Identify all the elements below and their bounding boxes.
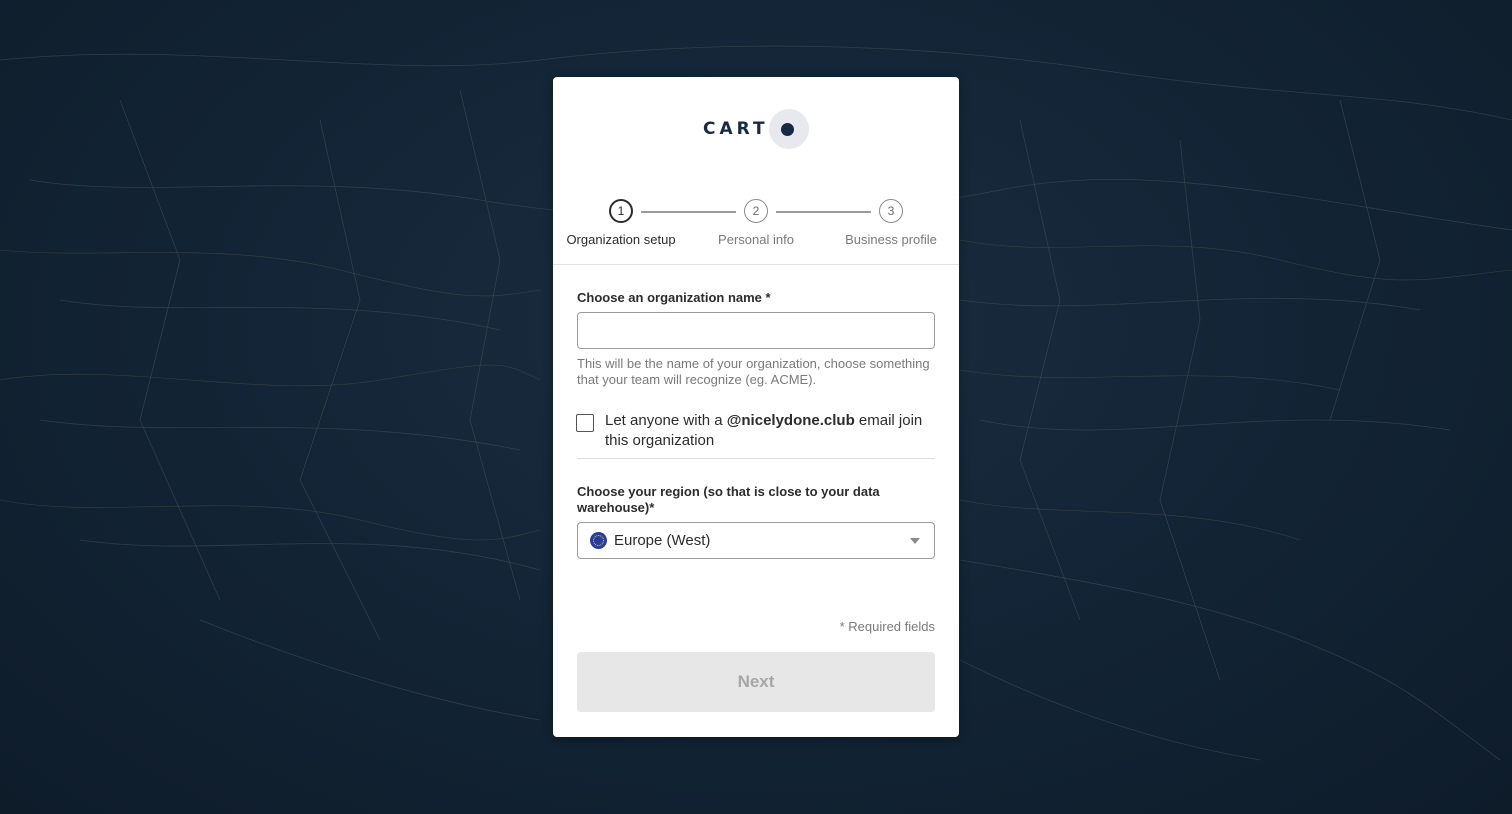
domain-join-prefix: Let anyone with a	[605, 412, 727, 429]
section-divider	[577, 458, 935, 459]
signup-card	[553, 77, 959, 737]
step-1-circle: 1	[609, 199, 633, 223]
step-1-label: Organization setup	[566, 232, 676, 247]
domain-join-domain: @nicelydone.club	[726, 412, 855, 429]
logo-text: CART	[703, 119, 769, 139]
chevron-down-icon	[910, 538, 920, 544]
step-3-label: Business profile	[845, 232, 937, 247]
eu-flag-icon	[590, 532, 607, 549]
step-3-circle: 3	[879, 199, 903, 223]
next-button[interactable]: Next	[577, 652, 935, 712]
header-divider	[553, 264, 959, 265]
region-selected-value: Europe (West)	[614, 532, 711, 549]
region-select[interactable]: Europe (West)	[577, 522, 935, 559]
org-name-label: Choose an organization name *	[577, 290, 771, 305]
domain-join-checkbox[interactable]	[576, 414, 594, 432]
org-name-input[interactable]	[577, 312, 935, 349]
step-connector	[776, 211, 871, 213]
step-2-label: Personal info	[718, 232, 794, 247]
domain-join-label[interactable]: Let anyone with a @nicelydone.club email…	[605, 411, 925, 451]
region-label: Choose your region (so that is close to …	[577, 484, 880, 515]
required-fields-note: * Required fields	[839, 619, 935, 634]
progress-stepper: 1 2 3 Organization setup Personal info B…	[553, 198, 959, 250]
carto-logo: CART	[703, 109, 813, 151]
step-connector	[641, 211, 736, 213]
org-name-helper: This will be the name of your organizati…	[577, 356, 930, 387]
step-2-circle: 2	[744, 199, 768, 223]
carto-dot-icon	[781, 123, 794, 136]
